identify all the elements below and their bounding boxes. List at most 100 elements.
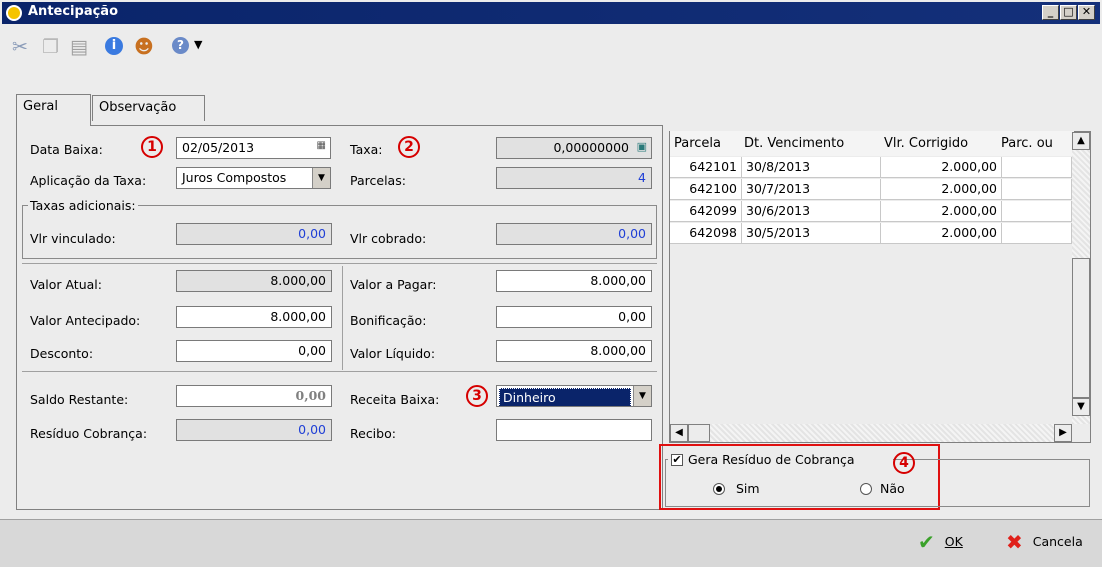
window-title: Antecipação	[28, 4, 118, 19]
desconto-input[interactable]: 0,00	[176, 340, 332, 362]
column-divider	[342, 266, 343, 370]
valor-antecipado-label: Valor Antecipado:	[30, 313, 141, 328]
receita-baixa-select[interactable]: Dinheiro ▼	[496, 385, 652, 407]
taxa-label: Taxa:	[350, 142, 383, 157]
sim-label: Sim	[736, 481, 760, 496]
divider-2	[22, 371, 657, 372]
copy-icon[interactable]: ❐	[42, 36, 59, 58]
help-icon[interactable]: ?	[172, 37, 189, 54]
tab-observacao-label: Observação	[99, 100, 177, 115]
residuo-cobranca-value: 0,00	[176, 419, 332, 441]
table-cell	[1002, 223, 1072, 244]
x-icon: ✖	[1006, 530, 1023, 554]
callout-4: 4	[893, 452, 915, 474]
paste-icon[interactable]: ▤	[70, 36, 88, 58]
residuo-cobranca-label: Resíduo Cobrança:	[30, 426, 148, 441]
app-icon	[6, 5, 22, 21]
minimize-button[interactable]: _	[1042, 5, 1059, 20]
col-parc-ou[interactable]: Parc. ou	[1001, 136, 1073, 151]
ok-button[interactable]: ✔ OK	[918, 530, 963, 556]
scroll-right-icon[interactable]: ▶	[1054, 424, 1072, 442]
vlr-cobrado-value: 0,00	[496, 223, 652, 245]
maximize-button[interactable]: □	[1060, 5, 1077, 20]
callout-3: 3	[466, 385, 488, 407]
data-baixa-label: Data Baixa:	[30, 142, 103, 157]
calculator-icon[interactable]: ▣	[637, 140, 647, 153]
vlr-cobrado-label: Vlr cobrado:	[350, 231, 427, 246]
vlr-vinculado-label: Vlr vinculado:	[30, 231, 116, 246]
scroll-down-icon[interactable]: ▼	[1072, 398, 1090, 416]
table-cell: 30/5/2013	[742, 223, 881, 244]
parcelas-label: Parcelas:	[350, 173, 406, 188]
data-baixa-input[interactable]: 02/05/2013 ▦	[176, 137, 331, 159]
valor-antecipado-input[interactable]: 8.000,00	[176, 306, 332, 328]
recibo-input[interactable]	[496, 419, 652, 441]
callout-1: 1	[141, 136, 163, 158]
tab-observacao[interactable]: Observação	[92, 95, 205, 121]
aplicacao-taxa-select[interactable]: Juros Compostos ▼	[176, 167, 331, 189]
table-cell	[1002, 157, 1072, 178]
title-bar: Antecipação _ □ ✕	[2, 2, 1100, 24]
scroll-thumb[interactable]	[1072, 258, 1090, 398]
table-cell: 2.000,00	[881, 157, 1002, 178]
bonificacao-input[interactable]: 0,00	[496, 306, 652, 328]
help-dropdown-icon[interactable]: ▼	[194, 38, 202, 51]
antecipacao-window: Antecipação _ □ ✕ ✂ ❐ ▤ i ☻ ? ▼ Geral Ob…	[0, 0, 1102, 567]
valor-liquido-input[interactable]: 8.000,00	[496, 340, 652, 362]
ok-label: OK	[944, 534, 963, 549]
table-cell: 30/6/2013	[742, 201, 881, 222]
close-button[interactable]: ✕	[1078, 5, 1095, 20]
h-scroll-thumb[interactable]	[688, 424, 710, 442]
recibo-label: Recibo:	[350, 426, 396, 441]
horizontal-scrollbar[interactable]	[670, 424, 1072, 442]
col-parcela[interactable]: Parcela	[674, 136, 721, 151]
divider	[22, 263, 657, 264]
sim-radio[interactable]	[713, 483, 725, 495]
receita-baixa-value: Dinheiro	[499, 388, 631, 406]
receita-baixa-label: Receita Baixa:	[350, 392, 440, 407]
col-vencimento[interactable]: Dt. Vencimento	[744, 136, 844, 151]
gera-residuo-checkbox[interactable]: ✔	[671, 454, 683, 466]
chevron-down-icon[interactable]: ▼	[633, 386, 651, 406]
table-cell: 642100	[670, 179, 742, 200]
desconto-label: Desconto:	[30, 346, 94, 361]
valor-atual-value: 8.000,00	[176, 270, 332, 292]
check-icon: ✔	[918, 530, 935, 554]
col-vlr-corrigido[interactable]: Vlr. Corrigido	[884, 136, 968, 151]
grid-header: Parcela Dt. Vencimento Vlr. Corrigido Pa…	[670, 131, 1074, 156]
table-cell: 642098	[670, 223, 742, 244]
user-icon[interactable]: ☻	[134, 36, 154, 58]
saldo-restante-label: Saldo Restante:	[30, 392, 129, 407]
table-cell: 2.000,00	[881, 223, 1002, 244]
gera-residuo-label: Gera Resíduo de Cobrança	[688, 452, 855, 467]
tab-geral[interactable]: Geral	[16, 94, 91, 126]
valor-pagar-label: Valor a Pagar:	[350, 277, 437, 292]
scroll-left-icon[interactable]: ◀	[670, 424, 688, 442]
tab-geral-label: Geral	[23, 99, 58, 114]
scissors-icon[interactable]: ✂	[12, 36, 28, 58]
table-cell: 2.000,00	[881, 179, 1002, 200]
saldo-restante-value: 0,00	[176, 385, 332, 407]
valor-atual-label: Valor Atual:	[30, 277, 102, 292]
nao-label: Não	[880, 481, 905, 496]
taxa-input[interactable]: 0,00000000 ▣	[496, 137, 652, 159]
cancel-button[interactable]: ✖ Cancela	[1006, 530, 1083, 556]
table-cell: 30/8/2013	[742, 157, 881, 178]
callout-2: 2	[398, 136, 420, 158]
table-cell: 642101	[670, 157, 742, 178]
info-icon[interactable]: i	[105, 37, 123, 55]
table-cell	[1002, 201, 1072, 222]
table-cell: 30/7/2013	[742, 179, 881, 200]
cancel-label: Cancela	[1032, 534, 1083, 549]
aplicacao-taxa-label: Aplicação da Taxa:	[30, 173, 147, 188]
nao-radio[interactable]	[860, 483, 872, 495]
valor-liquido-label: Valor Líquido:	[350, 346, 436, 361]
valor-pagar-input[interactable]: 8.000,00	[496, 270, 652, 292]
scroll-up-icon[interactable]: ▲	[1072, 132, 1090, 150]
table-cell	[1002, 179, 1072, 200]
bonificacao-label: Bonificação:	[350, 313, 427, 328]
calendar-icon[interactable]: ▦	[317, 140, 326, 151]
table-cell: 642099	[670, 201, 742, 222]
taxas-adicionais-label: Taxas adicionais:	[28, 198, 138, 213]
chevron-down-icon[interactable]: ▼	[312, 168, 330, 188]
